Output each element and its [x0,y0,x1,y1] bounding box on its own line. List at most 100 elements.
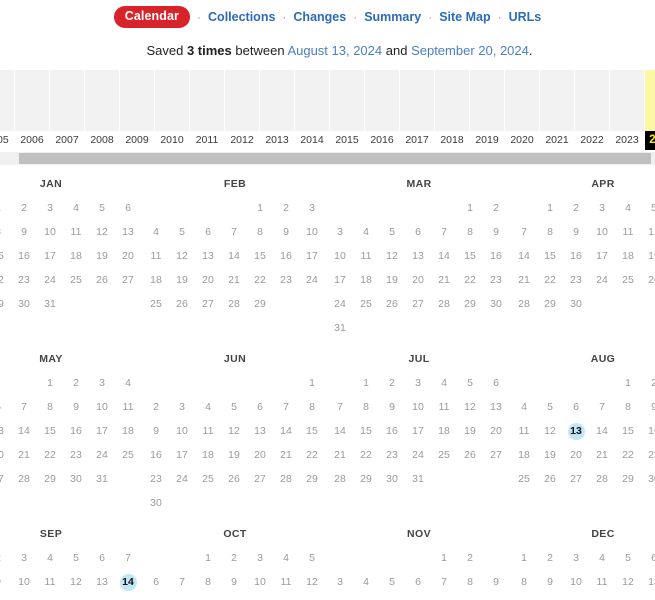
day-cell[interactable]: 4 [589,546,615,570]
day-cell[interactable]: 22 [615,443,641,467]
day-cell[interactable]: 6 [483,371,509,395]
timeline-year-2022[interactable]: 2022 [575,70,610,150]
day-cell[interactable]: 16 [537,594,563,595]
day-cell[interactable]: 9 [537,570,563,594]
day-cell[interactable]: 14 [11,419,37,443]
day-cell[interactable]: 7 [431,220,457,244]
day-cell[interactable]: 5 [457,371,483,395]
day-cell[interactable]: 12 [221,419,247,443]
day-cell[interactable]: 21 [11,443,37,467]
day-cell[interactable]: 2 [0,546,11,570]
day-cell[interactable]: 28 [221,292,247,316]
day-cell[interactable]: 1 [37,371,63,395]
day-cell[interactable]: 1 [299,371,325,395]
day-cell[interactable]: 2 [483,196,509,220]
day-cell[interactable]: 14 [431,594,457,595]
day-cell[interactable]: 23 [11,268,37,292]
day-cell[interactable]: 15 [37,419,63,443]
day-cell[interactable]: 12 [63,570,89,594]
day-cell[interactable]: 2 [273,196,299,220]
timeline-year-2017[interactable]: 2017 [400,70,435,150]
day-cell[interactable]: 3 [169,395,195,419]
day-cell[interactable]: 5 [641,196,655,220]
day-cell[interactable]: 9 [143,419,169,443]
day-cell[interactable]: 9 [11,220,37,244]
day-cell[interactable]: 15 [0,244,11,268]
day-cell[interactable]: 14 [431,244,457,268]
day-cell[interactable]: 11 [353,594,379,595]
day-cell[interactable]: 1 [247,196,273,220]
summary-end-date[interactable]: September 20, 2024 [411,43,529,58]
nav-tab-calendar[interactable]: Calendar [113,6,191,28]
day-cell[interactable]: 11 [63,220,89,244]
day-cell[interactable]: 12 [615,570,641,594]
day-cell[interactable]: 19 [169,268,195,292]
day-cell[interactable]: 2 [537,546,563,570]
day-cell[interactable]: 19 [537,443,563,467]
nav-link-changes[interactable]: Changes [293,10,346,24]
day-cell[interactable]: 25 [511,467,537,491]
timeline-year-2012[interactable]: 2012 [225,70,260,150]
day-cell[interactable]: 3 [589,196,615,220]
day-cell[interactable]: 18 [615,244,641,268]
day-cell[interactable]: 1 [615,371,641,395]
day-cell[interactable]: 15 [353,419,379,443]
day-cell[interactable]: 2 [11,196,37,220]
day-cell[interactable]: 11 [431,395,457,419]
day-cell[interactable]: 12 [379,244,405,268]
timeline-year-2024[interactable]: 2024 [645,70,655,150]
day-cell[interactable]: 10 [247,570,273,594]
day-cell[interactable]: 4 [511,395,537,419]
day-cell[interactable]: 10 [589,220,615,244]
day-cell[interactable]: 5 [169,220,195,244]
day-cell[interactable]: 4 [353,220,379,244]
day-cell[interactable]: 17 [37,244,63,268]
day-cell[interactable]: 23 [483,268,509,292]
day-cell[interactable]: 15 [615,419,641,443]
day-cell[interactable]: 10 [327,594,353,595]
day-cell[interactable]: 11 [589,570,615,594]
day-cell[interactable]: 27 [195,292,221,316]
day-cell[interactable]: 16 [11,244,37,268]
day-cell[interactable]: 26 [221,467,247,491]
day-cell[interactable]: 22 [537,268,563,292]
day-cell[interactable]: 8 [247,220,273,244]
day-cell[interactable]: 14 [511,244,537,268]
day-cell[interactable]: 4 [63,196,89,220]
day-cell[interactable]: 24 [405,443,431,467]
day-cell[interactable]: 20 [115,244,141,268]
day-cell[interactable]: 5 [379,570,405,594]
day-cell[interactable]: 2 [221,546,247,570]
day-cell[interactable]: 28 [431,292,457,316]
day-cell[interactable]: 2 [379,371,405,395]
day-cell[interactable]: 20 [405,268,431,292]
timeline-year-2016[interactable]: 2016 [365,70,400,150]
day-cell[interactable]: 20 [641,594,655,595]
day-cell[interactable]: 15 [457,244,483,268]
day-cell[interactable]: 29 [0,292,11,316]
day-cell[interactable]: 29 [537,292,563,316]
day-cell[interactable]: 12 [457,395,483,419]
day-cell[interactable]: 28 [273,467,299,491]
timeline-year-2009[interactable]: 2009 [120,70,155,150]
timeline-year-2006[interactable]: 2006 [15,70,50,150]
day-cell[interactable]: 5 [615,546,641,570]
day-cell[interactable]: 16 [483,244,509,268]
day-cell[interactable]: 29 [299,467,325,491]
day-cell[interactable]: 15 [511,594,537,595]
day-cell[interactable]: 22 [0,268,11,292]
scrollbar-thumb[interactable] [19,153,651,164]
day-cell[interactable]: 17 [169,443,195,467]
day-cell[interactable]: 16 [221,594,247,595]
day-cell[interactable]: 12 [89,220,115,244]
day-cell[interactable]: 20 [483,419,509,443]
day-cell[interactable]: 4 [273,546,299,570]
day-cell[interactable]: 3 [327,570,353,594]
day-cell[interactable]: 23 [273,268,299,292]
day-cell[interactable]: 28 [589,467,615,491]
day-cell[interactable]: 7 [221,220,247,244]
day-cell[interactable]: 29 [353,467,379,491]
day-cell[interactable]: 10 [37,220,63,244]
timeline-year-2005[interactable]: 2005 [0,70,15,150]
day-cell[interactable]: 3 [563,546,589,570]
